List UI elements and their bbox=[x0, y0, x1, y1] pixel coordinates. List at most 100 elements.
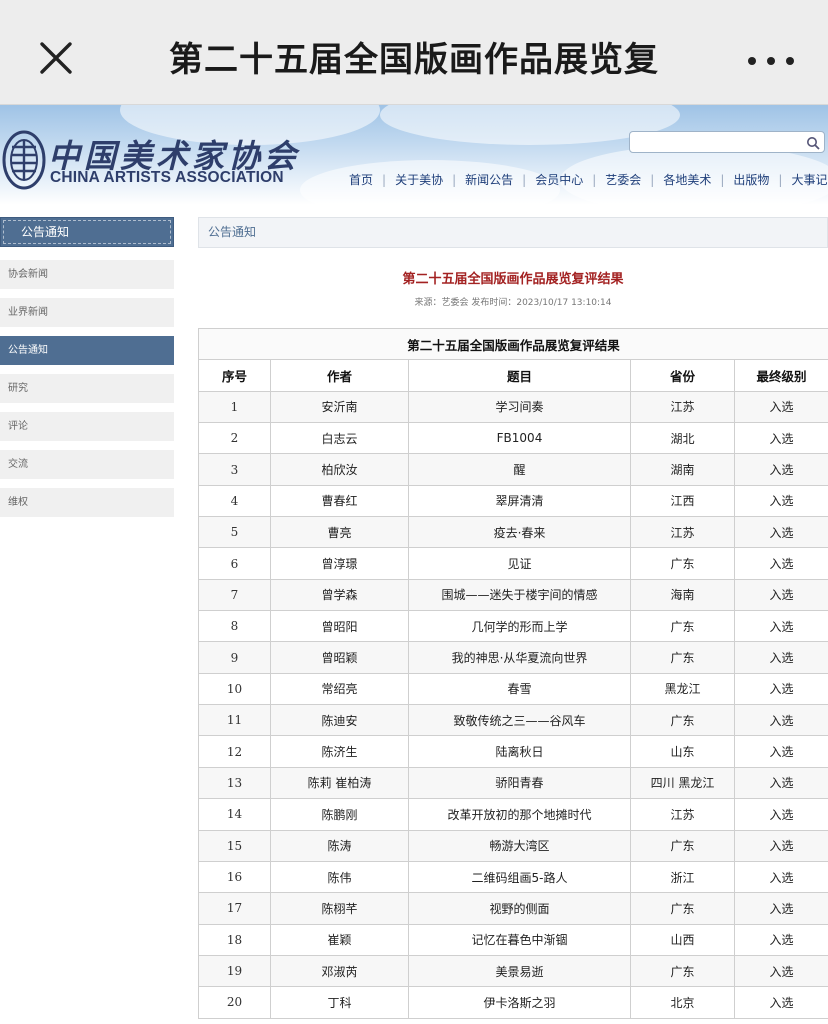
cell-author: 陈涛 bbox=[270, 829, 409, 862]
nav-item-members[interactable]: 会员中心 bbox=[526, 171, 592, 188]
cell-level: 入选 bbox=[734, 735, 828, 768]
table-row: 12 陈济生 陆离秋日 山东 入选 bbox=[198, 735, 828, 768]
cell-index: 9 bbox=[198, 641, 271, 674]
table-row: 20 丁科 伊卡洛斯之羽 北京 入选 bbox=[198, 986, 828, 1019]
cell-title: 见证 bbox=[408, 547, 631, 580]
nav-item-committee[interactable]: 艺委会 bbox=[596, 171, 650, 188]
cell-index: 8 bbox=[198, 610, 271, 643]
cell-level: 入选 bbox=[734, 578, 828, 612]
cell-index: 12 bbox=[198, 735, 271, 768]
cell-title: 疫去·春来 bbox=[408, 516, 631, 549]
cell-level: 入选 bbox=[734, 829, 828, 862]
sidebar-item-review[interactable]: 评论 bbox=[0, 412, 174, 441]
cell-author: 陈莉 崔柏涛 bbox=[270, 766, 409, 800]
logo-emblem-icon[interactable] bbox=[2, 129, 46, 191]
cell-author: 陈迪安 bbox=[270, 704, 409, 737]
cell-index: 18 bbox=[198, 923, 271, 956]
sidebar-item-industry-news[interactable]: 业界新闻 bbox=[0, 298, 174, 327]
nav-item-about[interactable]: 关于美协 bbox=[386, 171, 452, 188]
cell-province: 北京 bbox=[630, 986, 735, 1019]
cell-level: 入选 bbox=[734, 641, 828, 674]
sidebar-item-notices[interactable]: 公告通知 bbox=[0, 336, 174, 365]
cell-index: 17 bbox=[198, 892, 271, 925]
cell-title: 美景易逝 bbox=[408, 954, 631, 988]
breadcrumb[interactable]: 公告通知 bbox=[198, 217, 828, 248]
cell-author: 丁科 bbox=[270, 986, 409, 1019]
nav-item-regional[interactable]: 各地美术 bbox=[654, 171, 720, 188]
cell-title: 畅游大湾区 bbox=[408, 829, 631, 862]
cell-index: 13 bbox=[198, 766, 271, 800]
close-icon[interactable] bbox=[36, 38, 76, 78]
cell-province: 山东 bbox=[630, 735, 735, 768]
cell-province: 广东 bbox=[630, 610, 735, 643]
search-input[interactable] bbox=[629, 131, 825, 153]
cell-level: 入选 bbox=[734, 923, 828, 956]
cell-province: 山西 bbox=[630, 923, 735, 956]
cell-province: 广东 bbox=[630, 547, 735, 580]
cell-author: 陈鹏刚 bbox=[270, 798, 409, 831]
sidebar-item-rights[interactable]: 维权 bbox=[0, 488, 174, 517]
cell-author: 安沂南 bbox=[270, 390, 409, 424]
cell-index: 11 bbox=[198, 704, 271, 737]
cell-title: 视野的侧面 bbox=[408, 892, 631, 925]
cell-author: 曹亮 bbox=[270, 516, 409, 549]
table-row: 1 安沂南 学习间奏 江苏 入选 bbox=[198, 390, 828, 424]
table-row: 3 柏欣汝醒湖南 入选 bbox=[198, 453, 828, 486]
cell-level: 入选 bbox=[734, 390, 828, 424]
cell-level: 入选 bbox=[734, 484, 828, 518]
nav-item-events[interactable]: 大事记 bbox=[782, 171, 828, 188]
cell-province: 广东 bbox=[630, 954, 735, 988]
cell-author: 陈栩芊 bbox=[270, 892, 409, 925]
cell-province: 江西 bbox=[630, 484, 735, 518]
logo-english[interactable]: CHINA ARTISTS ASSOCIATION bbox=[50, 169, 284, 187]
cell-level: 入选 bbox=[734, 672, 828, 706]
cell-title: 翠屏清清 bbox=[408, 484, 631, 518]
more-icon[interactable] bbox=[748, 52, 794, 70]
cell-index: 16 bbox=[198, 860, 271, 894]
column-header-title: 题目 bbox=[408, 359, 631, 392]
column-header-level: 最终级别 bbox=[734, 359, 828, 392]
sidebar-heading: 公告通知 bbox=[0, 217, 174, 247]
cell-title: 我的神思·从华夏流向世界 bbox=[408, 641, 631, 674]
cell-province: 江苏 bbox=[630, 516, 735, 549]
nav-item-news[interactable]: 新闻公告 bbox=[456, 171, 522, 188]
cell-level: 入选 bbox=[734, 516, 828, 549]
table-row: 19 邓淑芮 美景易逝 广东 入选 bbox=[198, 954, 828, 988]
cell-author: 曾昭颖 bbox=[270, 641, 409, 674]
cell-province: 四川 黑龙江 bbox=[630, 766, 735, 800]
cell-author: 崔颖 bbox=[270, 923, 409, 956]
cell-title: 学习间奏 bbox=[408, 390, 631, 424]
table-row: 8 曾昭阳 几何学的形而上学 广东 入选 bbox=[198, 610, 828, 643]
cell-title: 二维码组画5-路人 bbox=[408, 860, 631, 894]
site-header: 中国美术家协会 CHINA ARTISTS ASSOCIATION 首页 | 关于美… bbox=[0, 105, 828, 205]
sidebar-item-research[interactable]: 研究 bbox=[0, 374, 174, 403]
app-bar: 第二十五届全国版画作品展览复 bbox=[0, 0, 828, 105]
cell-level: 入选 bbox=[734, 986, 828, 1019]
sidebar-item-exchange[interactable]: 交流 bbox=[0, 450, 174, 479]
article-title: 第二十五届全国版画作品展览复评结果 bbox=[402, 272, 624, 287]
cell-index: 1 bbox=[198, 390, 271, 424]
cell-province: 海南 bbox=[630, 578, 735, 612]
table-row: 11 陈迪安 致敬传统之三——谷风车 广东 入选 bbox=[198, 704, 828, 737]
table-caption: 第二十五届全国版画作品展览复评结果 bbox=[198, 327, 828, 361]
table-row: 15 陈涛 畅游大湾区 广东 入选 bbox=[198, 829, 828, 862]
table-row: 2 白志云 FB1004 湖北 入选 bbox=[198, 422, 828, 455]
nav-item-home[interactable]: 首页 bbox=[340, 171, 382, 188]
sidebar-item-association-news[interactable]: 协会新闻 bbox=[0, 260, 174, 289]
cell-province: 江苏 bbox=[630, 390, 735, 424]
table-row: 18 崔颖 记忆在暮色中渐锢 山西 入选 bbox=[198, 923, 828, 956]
cell-author: 曾昭阳 bbox=[270, 610, 409, 643]
cell-index: 2 bbox=[198, 422, 271, 455]
cell-title: 陆离秋日 bbox=[408, 735, 631, 768]
cell-level: 入选 bbox=[734, 422, 828, 455]
table-row: 13 陈莉 崔柏涛 骄阳青春 四川 黑龙江 入选 bbox=[198, 766, 828, 800]
cell-level: 入选 bbox=[734, 453, 828, 486]
cell-level: 入选 bbox=[734, 798, 828, 831]
cell-province: 浙江 bbox=[630, 860, 735, 894]
cell-index: 4 bbox=[198, 484, 271, 518]
cell-index: 14 bbox=[198, 798, 271, 831]
cell-title: 骄阳青春 bbox=[408, 766, 631, 800]
search-icon[interactable] bbox=[806, 135, 820, 150]
nav-item-publications[interactable]: 出版物 bbox=[724, 171, 778, 188]
table-row: 7 曾学森 围城——迷失于楼宇间的情感 海南 入选 bbox=[198, 578, 828, 612]
